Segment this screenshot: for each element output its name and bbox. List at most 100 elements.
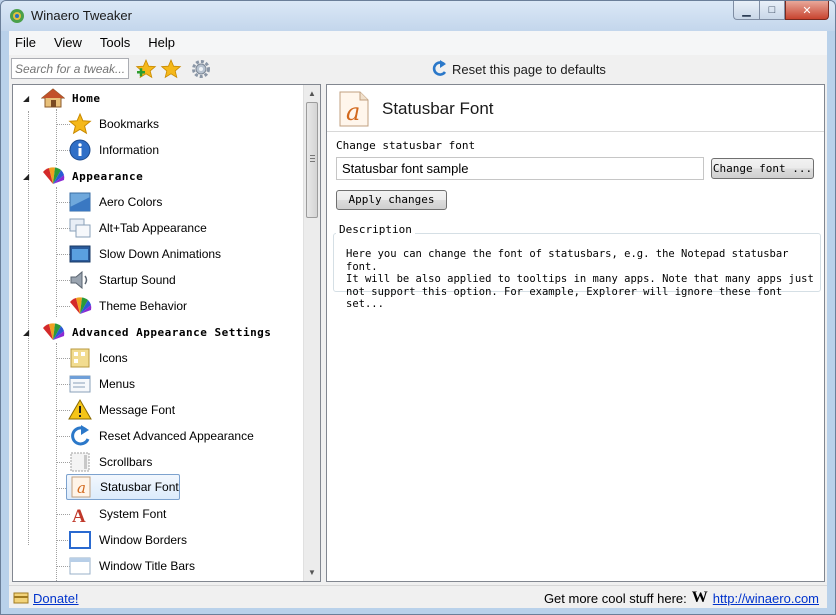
tree-item-startup-sound[interactable]: Startup Sound: [68, 267, 179, 293]
font-big-a-icon: A: [72, 506, 86, 526]
tree-item-statusbar-font[interactable]: a Statusbar Font: [66, 474, 180, 500]
reset-page-button[interactable]: Reset this page to defaults: [432, 59, 606, 79]
description-line: Here you can change the font of statusba…: [346, 248, 789, 273]
tree-item-information[interactable]: Information: [68, 137, 162, 163]
tree-item-window-title-bars[interactable]: Window Title Bars: [68, 553, 198, 579]
tree-group-label: Home: [72, 91, 101, 105]
tree-item-label: Message Font: [99, 403, 176, 417]
tree-group-label: Advanced Appearance Settings: [72, 325, 272, 339]
alt-tab-icon: [69, 218, 91, 238]
speaker-icon: [70, 270, 88, 290]
tree-scrollbar[interactable]: ▲ ▼: [303, 85, 320, 581]
scrollbar-thumb[interactable]: [306, 102, 318, 218]
tree-group-advanced[interactable]: Advanced Appearance Settings: [41, 319, 274, 345]
toolbar: Reset this page to defaults: [9, 55, 827, 82]
description-label: Description: [336, 223, 415, 236]
tree-item-window-borders[interactable]: Window Borders: [68, 527, 190, 553]
svg-text:A: A: [72, 506, 86, 526]
expand-home-icon[interactable]: ◢: [23, 94, 29, 103]
icons-grid-icon: [70, 348, 90, 368]
menu-file[interactable]: File: [9, 31, 45, 55]
info-icon: [69, 139, 91, 161]
add-bookmark-icon[interactable]: [135, 58, 157, 80]
font-a-large-icon: a: [339, 91, 369, 127]
menu-view[interactable]: View: [45, 31, 91, 55]
reset-arrow-icon: [432, 60, 447, 76]
tree-item-label: Statusbar Font: [100, 480, 179, 494]
tree-item-menus[interactable]: Menus: [68, 371, 138, 397]
maximize-button[interactable]: □: [759, 1, 785, 20]
tree-item-label: Menus: [99, 377, 136, 391]
window-controls: ▁ □ ✕: [733, 1, 829, 21]
scrollbars-icon: [70, 452, 90, 472]
minimize-button[interactable]: ▁: [733, 1, 759, 20]
scroll-down-arrow-icon[interactable]: ▼: [304, 564, 320, 581]
search-input[interactable]: [11, 58, 129, 79]
tweak-content-panel: a Statusbar Font Change statusbar font S…: [326, 84, 825, 582]
title-bar[interactable]: Winaero Tweaker ▁ □ ✕: [1, 1, 835, 31]
tree-item-label: Window Title Bars: [99, 559, 196, 573]
window-title: Winaero Tweaker: [31, 8, 132, 23]
bookmarks-star-icon[interactable]: [160, 58, 182, 80]
tree-group-label: Appearance: [72, 169, 144, 183]
donate-link-label: Donate!: [33, 590, 79, 606]
change-font-button[interactable]: Change font ...: [711, 158, 814, 179]
description-text: Here you can change the font of statusba…: [346, 248, 816, 311]
tree-item-label: Alt+Tab Appearance: [99, 221, 207, 235]
winaero-promo: Get more cool stuff here: W http://winae…: [544, 590, 819, 606]
donate-link[interactable]: Donate!: [13, 590, 79, 606]
winaero-url-link[interactable]: http://winaero.com: [713, 591, 819, 606]
tree-item-system-font[interactable]: A System Font: [68, 501, 169, 527]
aero-colors-icon: [69, 192, 91, 212]
tree-item-label: Slow Down Animations: [99, 247, 222, 261]
tree-item-label: Icons: [99, 351, 128, 365]
tweak-tree: ◢ Home Bookmarks Information ◢ Appearanc…: [12, 84, 321, 582]
tree-item-label: Aero Colors: [99, 195, 163, 209]
window-borders-icon: [69, 531, 91, 549]
svg-text:a: a: [346, 98, 360, 126]
gear-icon[interactable]: [190, 58, 212, 80]
app-window: Winaero Tweaker ▁ □ ✕ File View Tools He…: [0, 0, 836, 615]
tree-item-reset-advanced[interactable]: Reset Advanced Appearance: [68, 423, 257, 449]
tree-item-alt-tab[interactable]: Alt+Tab Appearance: [68, 215, 210, 241]
apply-changes-button[interactable]: Apply changes: [336, 190, 447, 210]
warning-icon: [68, 399, 92, 420]
menu-tools[interactable]: Tools: [91, 31, 139, 55]
tree-item-label: Bookmarks: [99, 117, 160, 131]
font-a-icon: a: [71, 476, 91, 498]
tree-group-home[interactable]: Home: [41, 85, 104, 111]
winaero-logo-icon: W: [691, 589, 708, 606]
tree-item-message-font[interactable]: Message Font: [68, 397, 178, 423]
home-icon: [41, 88, 65, 108]
tree-item-bookmarks[interactable]: Bookmarks: [68, 111, 162, 137]
menu-bar: File View Tools Help: [9, 31, 827, 55]
tree-group-appearance[interactable]: Appearance: [41, 163, 146, 189]
animation-window-icon: [69, 245, 91, 263]
tree-item-label: System Font: [99, 507, 167, 521]
tree-item-label: Window Borders: [99, 533, 188, 547]
scroll-up-arrow-icon[interactable]: ▲: [304, 85, 320, 102]
tree-item-theme-behavior[interactable]: Theme Behavior: [68, 293, 190, 319]
change-font-label: Change statusbar font: [336, 139, 476, 152]
expand-appearance-icon[interactable]: ◢: [23, 172, 29, 181]
content-header: a Statusbar Font: [327, 85, 824, 132]
color-fan-icon: [43, 167, 65, 184]
font-sample-box: Statusbar font sample: [336, 157, 704, 180]
tree-item-label: Theme Behavior: [99, 299, 188, 313]
tree-item-scrollbars[interactable]: Scrollbars: [68, 449, 155, 475]
title-bar-icon: [69, 557, 91, 575]
close-button[interactable]: ✕: [785, 1, 829, 20]
reset-arrow-icon: [71, 425, 90, 446]
tree-item-aero-colors[interactable]: Aero Colors: [68, 189, 165, 215]
expand-advanced-icon[interactable]: ◢: [23, 328, 29, 337]
tree-item-label: Scrollbars: [99, 455, 153, 469]
winaero-app-icon: [10, 9, 24, 23]
donate-icon: [13, 592, 29, 604]
tree-item-icons[interactable]: Icons: [68, 345, 131, 371]
tree-item-slow-animations[interactable]: Slow Down Animations: [68, 241, 224, 267]
star-icon: [68, 112, 92, 135]
promo-text: Get more cool stuff here:: [543, 590, 687, 606]
svg-text:a: a: [77, 479, 86, 497]
description-line: It will be also applied to tooltips in m…: [346, 273, 814, 285]
menu-help[interactable]: Help: [139, 31, 184, 55]
